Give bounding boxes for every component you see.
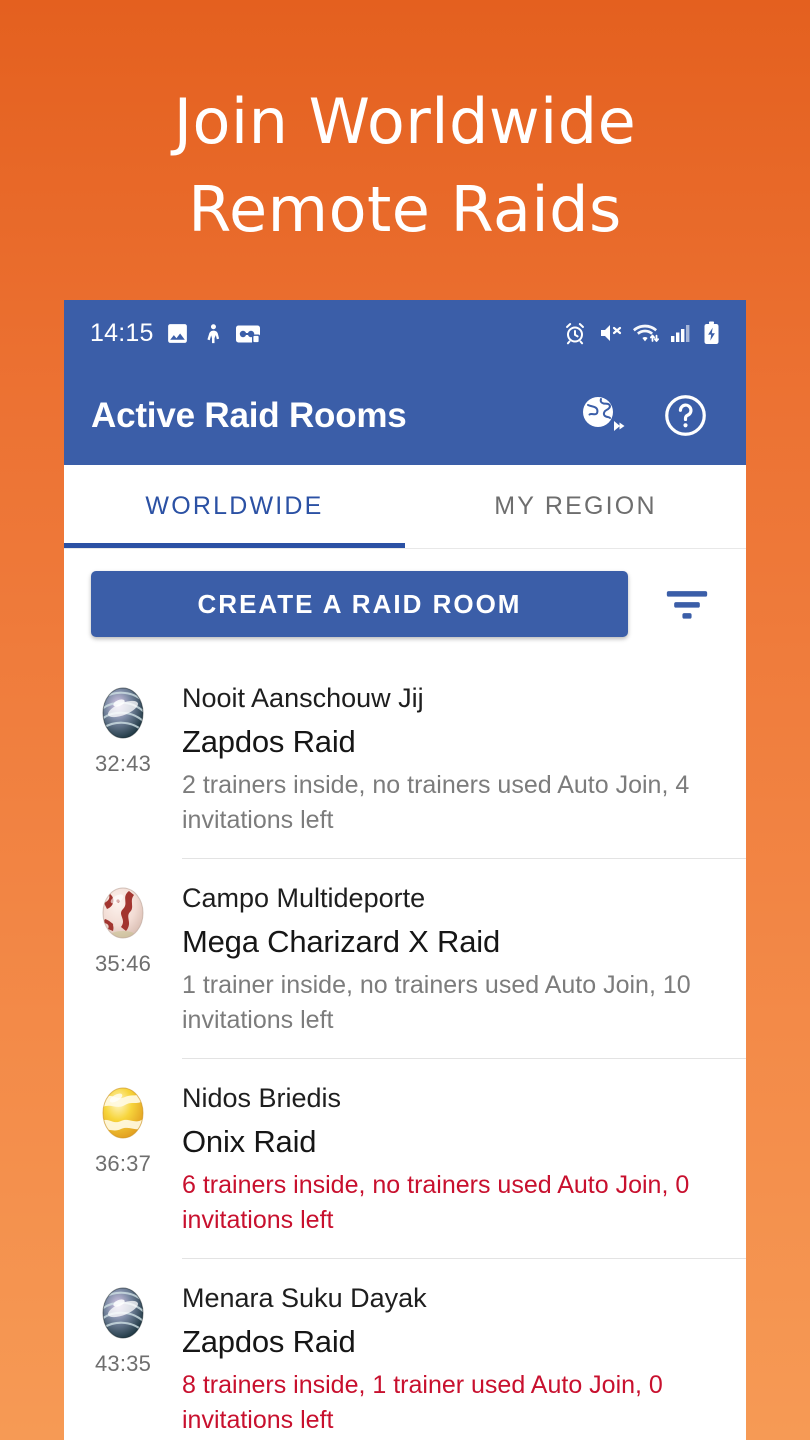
raid-room-boss-name: Onix Raid	[182, 1124, 317, 1159]
signal-icon	[671, 325, 690, 342]
create-raid-room-button[interactable]: CREATE A RAID ROOM	[91, 571, 628, 637]
raid-room-timer: 43:35	[94, 1351, 152, 1376]
raid-room-timer: 36:37	[94, 1151, 152, 1176]
raid-room-timer: 32:43	[94, 751, 152, 776]
app-bar-actions	[581, 393, 722, 438]
raid-room-status: 2 trainers inside, no trainers used Auto…	[182, 771, 690, 834]
raid-room-details: Nooit Aanschouw Jij Zapdos Raid 2 traine…	[182, 659, 746, 859]
status-bar-clock: 14:15	[90, 318, 154, 347]
action-row: CREATE A RAID ROOM	[64, 549, 746, 659]
tab-bar: WORLDWIDE MY REGION	[64, 465, 746, 549]
status-bar-right	[563, 321, 720, 345]
raid-room-item[interactable]: 32:43 Nooit Aanschouw Jij Zapdos Raid 2 …	[64, 659, 746, 859]
raid-room-list: 32:43 Nooit Aanschouw Jij Zapdos Raid 2 …	[64, 659, 746, 1440]
globe-forward-icon[interactable]	[581, 395, 627, 437]
page-title: Active Raid Rooms	[91, 395, 407, 435]
teal-purple-egg-icon	[102, 1287, 144, 1339]
teal-purple-egg-icon	[102, 687, 144, 739]
raid-room-boss-name: Zapdos Raid	[182, 1324, 356, 1359]
raid-room-gym-name: Campo Multideporte	[182, 883, 426, 913]
raid-room-boss-name: Zapdos Raid	[182, 724, 356, 759]
tab-worldwide-label: WORLDWIDE	[145, 492, 324, 520]
promo-line-2: Remote Raids	[188, 173, 622, 246]
raid-room-details: Menara Suku Dayak Zapdos Raid 8 trainers…	[182, 1259, 746, 1440]
raid-room-item[interactable]: 36:37 Nidos Briedis Onix Raid 6 trainers…	[64, 1059, 746, 1259]
raid-room-details: Nidos Briedis Onix Raid 6 trainers insid…	[182, 1059, 746, 1259]
raid-room-meta: 36:37	[64, 1059, 182, 1177]
filter-icon	[666, 591, 708, 619]
wifi-icon	[633, 324, 659, 342]
promo-headline: Join Worldwide Remote Raids	[0, 0, 810, 254]
phone-screenshot: 14:15 Active Raid Rooms WORLDWIDE MY REG…	[64, 300, 746, 1440]
image-icon	[167, 323, 187, 343]
app-bar: Active Raid Rooms	[64, 366, 746, 465]
raid-room-item[interactable]: 35:46 Campo Multideporte Mega Charizard …	[64, 859, 746, 1059]
raid-room-gym-name: Nooit Aanschouw Jij	[182, 683, 424, 713]
alarm-icon	[566, 323, 584, 345]
raid-room-meta: 35:46	[64, 859, 182, 977]
mute-icon	[601, 325, 622, 341]
battery-charging-icon	[704, 321, 719, 344]
tab-my-region-label: MY REGION	[494, 492, 657, 520]
raid-room-timer: 35:46	[94, 951, 152, 976]
raid-room-status: 1 trainer inside, no trainers used Auto …	[182, 971, 691, 1034]
raid-room-status: 6 trainers inside, no trainers used Auto…	[182, 1171, 690, 1234]
raid-room-details: Campo Multideporte Mega Charizard X Raid…	[182, 859, 746, 1059]
red-cream-egg-icon	[102, 887, 144, 939]
help-circle-icon[interactable]	[663, 393, 708, 438]
yellow-egg-icon	[102, 1087, 144, 1139]
voicemail-icon	[235, 325, 260, 343]
raid-room-gym-name: Menara Suku Dayak	[182, 1283, 427, 1313]
status-bar-left: 14:15	[90, 319, 261, 348]
promo-line-1: Join Worldwide	[173, 85, 637, 158]
raid-room-meta: 32:43	[64, 659, 182, 777]
filter-button[interactable]	[628, 571, 746, 637]
raid-room-status: 8 trainers inside, 1 trainer used Auto J…	[182, 1371, 663, 1434]
tab-worldwide[interactable]: WORLDWIDE	[64, 465, 405, 548]
raid-room-meta: 43:35	[64, 1259, 182, 1377]
raid-room-boss-name: Mega Charizard X Raid	[182, 924, 501, 959]
raid-room-item[interactable]: 43:35 Menara Suku Dayak Zapdos Raid 8 tr…	[64, 1259, 746, 1440]
status-bar: 14:15	[64, 300, 746, 366]
person-icon	[206, 323, 219, 343]
raid-room-gym-name: Nidos Briedis	[182, 1083, 342, 1113]
tab-my-region[interactable]: MY REGION	[405, 465, 746, 548]
